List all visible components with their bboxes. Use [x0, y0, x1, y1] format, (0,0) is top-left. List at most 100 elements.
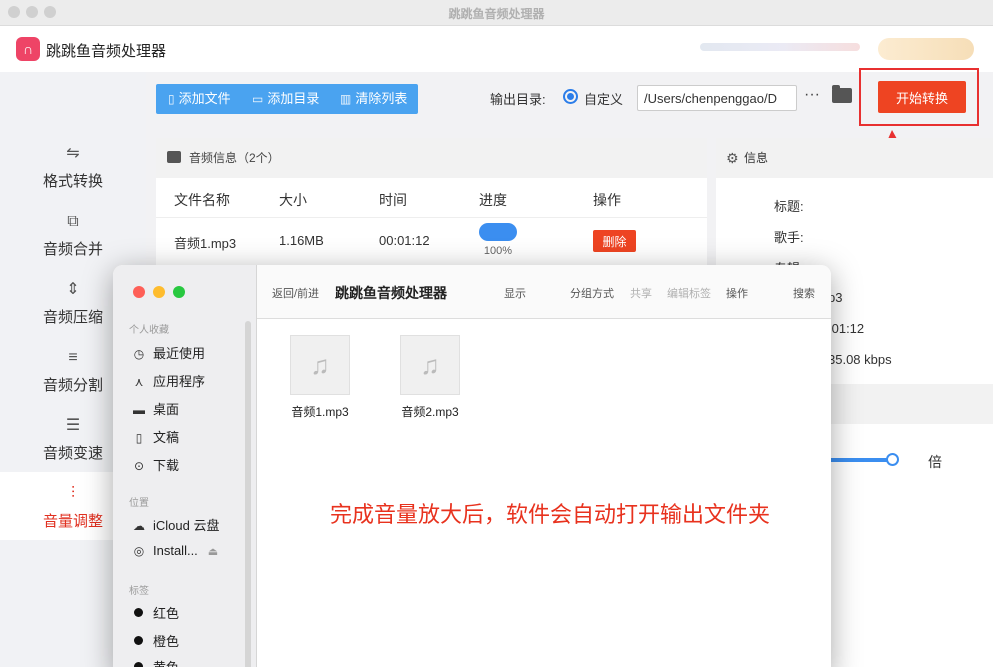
document-icon: ▯ — [135, 431, 143, 445]
edit-tags-button[interactable]: 编辑标签 — [667, 285, 711, 301]
sidebar-item-downloads[interactable]: ⊙ 下载 — [131, 455, 179, 473]
music-file-icon: ♫ — [400, 335, 460, 395]
finder-sidebar-scrollbar[interactable] — [245, 321, 251, 667]
file-list-header: 音频信息（2个） — [156, 138, 707, 178]
delete-button[interactable]: 删除 — [593, 230, 636, 252]
add-file-button[interactable]: ▯ 添加文件 — [168, 84, 231, 114]
column-header: 进度 — [479, 192, 507, 208]
file-list-panel: 音频信息（2个） 文件名称 大小 时间 进度 操作 音频1.mp3 1.16MB… — [156, 138, 707, 278]
file-item[interactable]: ♫ 音频2.mp3 — [390, 335, 470, 420]
clock-icon: ◷ — [133, 347, 145, 361]
output-dir-label: 输出目录: — [490, 92, 546, 107]
disk-icon: ◎ — [133, 544, 145, 558]
sidebar-item-label: 格式转换 — [42, 173, 103, 190]
volume-slider-track[interactable] — [826, 458, 892, 462]
speed-icon: ☰ — [65, 417, 81, 434]
applications-icon: ⋏ — [134, 375, 144, 389]
duration-value: :01:12 — [828, 321, 865, 336]
custom-output-radio[interactable] — [563, 89, 578, 104]
file-list-title: 音频信息（2个） — [189, 151, 280, 165]
sidebar-item-format-convert[interactable]: ⇋ 格式转换 — [0, 144, 146, 212]
tags-section-label: 标签 — [129, 586, 149, 597]
sidebar-item-label: 下载 — [153, 458, 180, 473]
sidebar-item-applications[interactable]: ⋏ 应用程序 — [131, 371, 205, 389]
clear-list-button[interactable]: ▥ 清除列表 — [340, 84, 407, 114]
sidebar-item-recents[interactable]: ◷ 最近使用 — [131, 343, 205, 361]
file-name: 音频1.mp3 — [291, 405, 349, 419]
finder-zoom-button[interactable] — [173, 286, 185, 298]
sidebar-item-label: 音频合并 — [42, 241, 103, 258]
window-title: 跳跳鱼音频处理器 — [448, 7, 545, 21]
title-label: 标题: — [774, 199, 804, 214]
volume-slider-handle[interactable] — [886, 453, 899, 466]
file-icon: ▯ — [168, 92, 175, 106]
info-title: 信息 — [744, 151, 769, 165]
eject-icon[interactable]: ⏏ — [208, 546, 218, 558]
tag-yellow[interactable]: 黄色 — [131, 657, 179, 667]
merge-icon: ⧉ — [67, 213, 79, 230]
tag-dot-icon — [134, 608, 143, 617]
add-folder-button[interactable]: ▭ 添加目录 — [252, 84, 319, 114]
group-by-button[interactable]: 分组方式 — [570, 285, 614, 301]
file-duration: 00:01:12 — [379, 233, 430, 248]
tag-red[interactable]: 红色 — [131, 603, 179, 621]
app-name: 跳跳鱼音频处理器 — [46, 43, 167, 60]
finder-title: 跳跳鱼音频处理器 — [335, 285, 447, 301]
info-header: ⚙ 信息 — [716, 138, 993, 178]
header-promo-button-blurred[interactable] — [878, 38, 974, 60]
file-item[interactable]: ♫ 音频1.mp3 — [280, 335, 360, 420]
add-folder-label: 添加目录 — [267, 91, 320, 106]
progress-text: 100% — [483, 245, 513, 257]
format-convert-icon: ⇋ — [66, 145, 80, 162]
column-header: 文件名称 — [174, 192, 230, 208]
sidebar-item-label: iCloud 云盘 — [153, 518, 220, 533]
column-header: 操作 — [593, 192, 621, 208]
sidebar-item-desktop[interactable]: ▬ 桌面 — [131, 399, 179, 417]
column-header: 时间 — [379, 192, 407, 208]
tag-orange[interactable]: 橙色 — [131, 631, 179, 649]
trash-icon: ▥ — [340, 92, 352, 106]
tag-label: 橙色 — [153, 634, 180, 649]
custom-output-label: 自定义 — [584, 92, 624, 107]
sidebar-item-install[interactable]: ◎ Install... ⏏ — [131, 543, 218, 561]
output-path-input[interactable] — [637, 85, 797, 111]
finder-sidebar: 个人收藏 ◷ 最近使用 ⋏ 应用程序 ▬ 桌面 ▯ 文稿 ⊙ 下载 位置 ☁ iCloud … — [113, 265, 257, 667]
bitrate-value: 35.08 kbps — [828, 352, 892, 367]
cloud-icon: ☁ — [133, 519, 145, 533]
file-name: 音频2.mp3 — [401, 405, 459, 419]
header-banner-blurred — [700, 43, 860, 51]
action-button[interactable]: 操作 — [726, 285, 748, 301]
finder-close-button[interactable] — [133, 286, 145, 298]
folder-icon: ▭ — [252, 92, 264, 106]
volume-adjust-icon: ⫶ — [70, 485, 75, 502]
annotation-text: 完成音量放大后，软件会自动打开输出文件夹 — [330, 502, 771, 527]
tag-dot-icon — [134, 636, 143, 645]
file-size: 1.16MB — [279, 233, 324, 248]
add-file-label: 添加文件 — [178, 91, 231, 106]
image-icon — [167, 151, 181, 163]
search-button[interactable]: 搜索 — [793, 285, 815, 301]
window-titlebar: 跳跳鱼音频处理器 — [0, 0, 993, 26]
sidebar-item-label: 桌面 — [153, 402, 180, 417]
open-folder-icon[interactable] — [832, 85, 852, 103]
back-forward-button[interactable]: 返回/前进 — [272, 285, 319, 301]
sidebar-item-label: 应用程序 — [153, 374, 206, 389]
artist-label: 歌手: — [774, 230, 804, 245]
progress-bar — [479, 223, 517, 241]
file-list-columns: 文件名称 大小 时间 进度 操作 — [156, 178, 707, 218]
start-convert-button[interactable]: 开始转换 — [878, 81, 966, 113]
sidebar-item-icloud[interactable]: ☁ iCloud 云盘 — [131, 515, 219, 533]
compress-icon: ⇕ — [66, 281, 80, 298]
tag-label: 黄色 — [153, 660, 179, 667]
app-header: ∩ 跳跳鱼音频处理器 — [0, 26, 993, 72]
sidebar-item-documents[interactable]: ▯ 文稿 — [131, 427, 179, 445]
view-button[interactable]: 显示 — [504, 285, 526, 301]
finder-toolbar: 返回/前进 跳跳鱼音频处理器 显示 分组方式 共享 编辑标签 操作 搜索 — [257, 265, 831, 319]
headphones-icon: ∩ — [16, 37, 40, 61]
favorites-section-label: 个人收藏 — [129, 325, 169, 336]
share-button[interactable]: 共享 — [630, 285, 652, 301]
more-options-button[interactable]: ··· — [804, 86, 820, 104]
download-icon: ⊙ — [133, 459, 145, 473]
clear-list-label: 清除列表 — [355, 91, 408, 106]
finder-minimize-button[interactable] — [153, 286, 165, 298]
